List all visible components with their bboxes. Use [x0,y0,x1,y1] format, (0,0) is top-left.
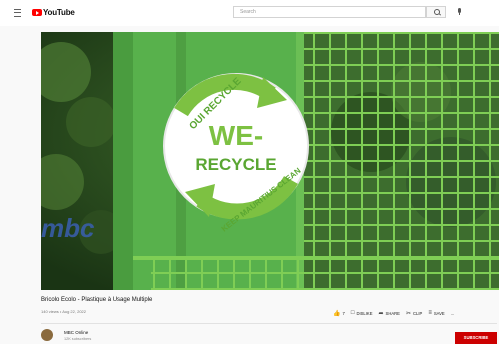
divider [41,323,497,324]
save-button[interactable]: ≡ SAVE [428,310,444,316]
subscriber-count: 12K subscribers [64,337,92,341]
sign-main-line2: RECYCLE [195,155,276,174]
youtube-logo-text[interactable]: YouTube [43,8,75,17]
top-bar: YouTube Search [0,0,499,26]
mic-icon[interactable] [458,8,461,15]
subscribe-button[interactable]: SUBSCRIBE [455,332,497,344]
search-icon [434,9,440,15]
share-label: SHARE [385,310,400,316]
video-player[interactable]: mbc OUI RECYCLE WE- RECYCLE KEEP MAURITI… [41,32,499,290]
action-bar: 👍 7 □ DISLIKE ➦ SHARE ✂ CLIP ≡ SAVE ... [333,308,460,318]
video-title: Bricolo Ecolo - Plastique à Usage Multip… [41,297,153,303]
clip-button[interactable]: ✂ CLIP [406,310,422,317]
search-input[interactable]: Search [233,6,426,18]
video-meta: 140 views • Aug 22, 2022 [41,309,86,314]
more-button[interactable]: ... [451,311,455,316]
video-thumbnail: mbc OUI RECYCLE WE- RECYCLE KEEP MAURITI… [41,32,499,290]
youtube-logo-icon[interactable] [32,9,42,16]
avatar[interactable] [41,329,53,341]
save-icon: ≡ [428,310,432,316]
clip-label: CLIP [413,310,423,316]
menu-icon[interactable] [14,9,21,17]
share-icon: ➦ [378,310,384,317]
thumbs-up-icon: 👍 [333,310,341,317]
search-button[interactable] [426,6,446,18]
like-button[interactable]: 👍 7 [333,310,345,317]
dislike-button[interactable]: □ DISLIKE [351,310,373,316]
bin-logo-text: mbc [41,213,95,243]
more-icon: ... [450,310,455,316]
sign-main-line1: WE- [209,120,263,151]
dislike-icon: □ [350,310,355,316]
save-label: SAVE [433,310,445,316]
dislike-label: DISLIKE [356,310,373,316]
like-count: 7 [342,310,345,316]
share-button[interactable]: ➦ SHARE [379,310,400,317]
channel-name[interactable]: MBC Online [64,330,88,335]
clip-icon: ✂ [405,310,412,317]
